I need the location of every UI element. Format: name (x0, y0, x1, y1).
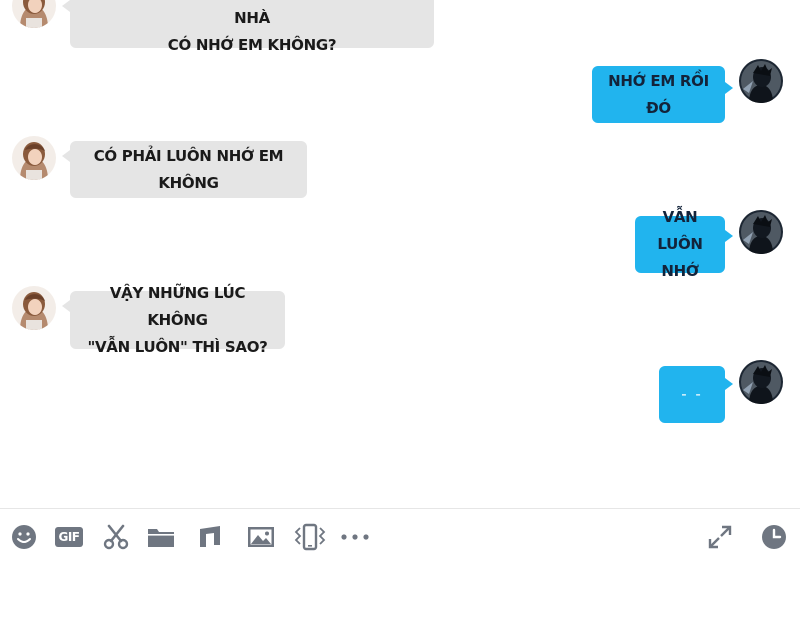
boy-avatar[interactable] (739, 59, 783, 103)
message-text: CHẮC CÒN KHOẢNG 2 THÁNG NỮA, Ở NHÀ CÓ NH… (167, 9, 337, 54)
scissors-icon[interactable] (102, 523, 130, 551)
gif-label: GIF (55, 527, 83, 547)
message-text: CÓ PHẢI LUÔN NHỚ EM KHÔNG (93, 146, 284, 192)
more-icon[interactable] (340, 523, 370, 551)
message-text: VẪN LUÔN NHỚ (657, 208, 703, 280)
boy-avatar[interactable] (739, 360, 783, 404)
folder-icon[interactable] (147, 523, 175, 551)
clock-icon[interactable] (760, 523, 788, 551)
message-bubble[interactable]: NHỚ EM RỒI ĐÓ (592, 66, 725, 123)
message-bubble[interactable]: VẬY NHỮNG LÚC KHÔNG "VẪN LUÔN" THÌ SAO? (70, 284, 285, 356)
girl-avatar[interactable] (12, 136, 56, 180)
message-bubble[interactable]: - - (659, 366, 725, 423)
shake-phone-icon[interactable] (294, 523, 326, 551)
expand-icon[interactable] (706, 523, 734, 551)
chat-area: CHẮC CÒN KHOẢNG 2 THÁNG NỮA, Ở NHÀ CÓ NH… (0, 0, 800, 508)
music-note-icon[interactable] (196, 523, 224, 551)
message-input-area[interactable] (0, 563, 800, 619)
girl-avatar[interactable] (12, 0, 56, 28)
emoji-icon[interactable] (10, 523, 38, 551)
message-text: VẬY NHỮNG LÚC KHÔNG "VẪN LUÔN" THÌ SAO? (87, 283, 268, 356)
girl-avatar[interactable] (12, 286, 56, 330)
message-bubble[interactable]: CÓ PHẢI LUÔN NHỚ EM KHÔNG (70, 141, 307, 198)
boy-avatar[interactable] (739, 210, 783, 254)
message-bubble[interactable]: VẪN LUÔN NHỚ (635, 208, 725, 280)
message-bubble[interactable]: CHẮC CÒN KHOẢNG 2 THÁNG NỮA, Ở NHÀ CÓ NH… (70, 0, 434, 54)
gif-icon[interactable]: GIF (54, 523, 84, 551)
message-text: - - (681, 385, 703, 403)
chat-toolbar: GIF (0, 508, 800, 563)
image-icon[interactable] (247, 523, 275, 551)
message-text: NHỚ EM RỒI ĐÓ (608, 71, 709, 117)
